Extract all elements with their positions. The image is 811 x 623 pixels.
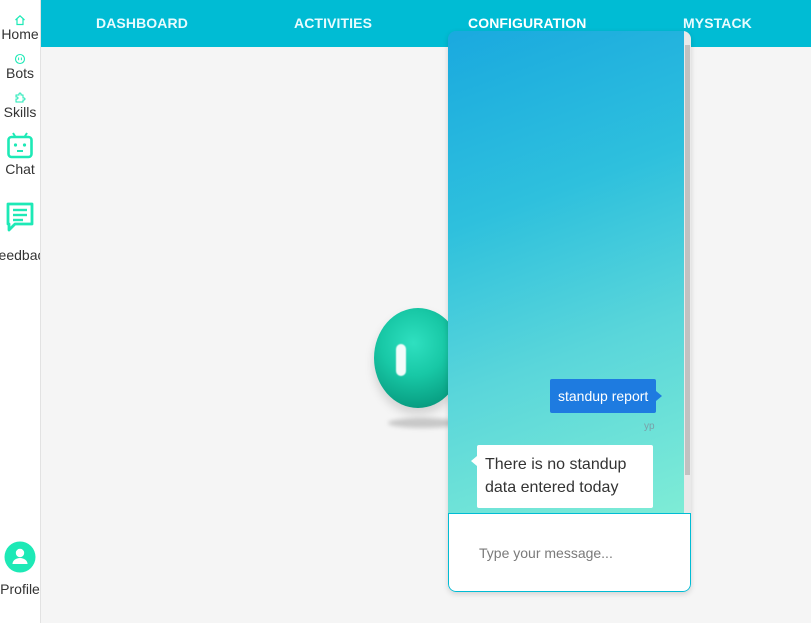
message-sender-initials: yp [644,421,655,432]
sidebar-item-skills[interactable]: Skills [0,92,40,120]
puzzle-icon [15,92,26,103]
chat-scrollbar[interactable] [684,31,691,513]
profile-icon [4,541,36,573]
chat-scrollbar-thumb[interactable] [685,45,690,475]
tab-mystack[interactable]: MYSTACK [683,0,752,47]
tab-activities[interactable]: ACTIVITIES [294,0,372,47]
sidebar-item-label: Home [1,26,39,42]
sidebar-item-feedback[interactable]: Feedback [0,201,40,263]
top-navigation: DASHBOARD ACTIVITIES CONFIGURATION MYSTA… [41,0,811,47]
sidebar: Home Bots Skills Chat edba Profile [0,0,41,623]
bot-eye [396,344,406,376]
bot-icon [14,53,26,65]
sidebar-item-home[interactable]: Home [0,14,40,42]
sidebar-item-bots[interactable]: Bots [0,53,40,81]
chat-messages[interactable]: standup report yp There is no standup da… [448,31,684,513]
user-message-bubble: standup report [550,379,663,413]
sidebar-item-label: Chat [5,161,35,177]
home-icon [15,14,25,26]
sidebar-item-profile[interactable]: Profile [0,541,40,597]
feedback-icon [6,202,34,232]
message-input[interactable] [477,542,671,564]
sidebar-item-chat[interactable]: Chat [0,131,40,177]
robot-face-icon [7,132,33,159]
message-composer [448,513,691,592]
sidebar-item-label: Feedback [0,247,40,263]
sidebar-item-label: Bots [5,65,34,81]
sidebar-item-label: Profile [0,581,40,597]
tab-dashboard[interactable]: DASHBOARD [96,0,188,47]
bot-message-bubble: There is no standup data entered today [471,445,653,508]
sidebar-item-label: Skills [3,104,37,120]
chat-panel: standup report yp There is no standup da… [448,31,691,592]
